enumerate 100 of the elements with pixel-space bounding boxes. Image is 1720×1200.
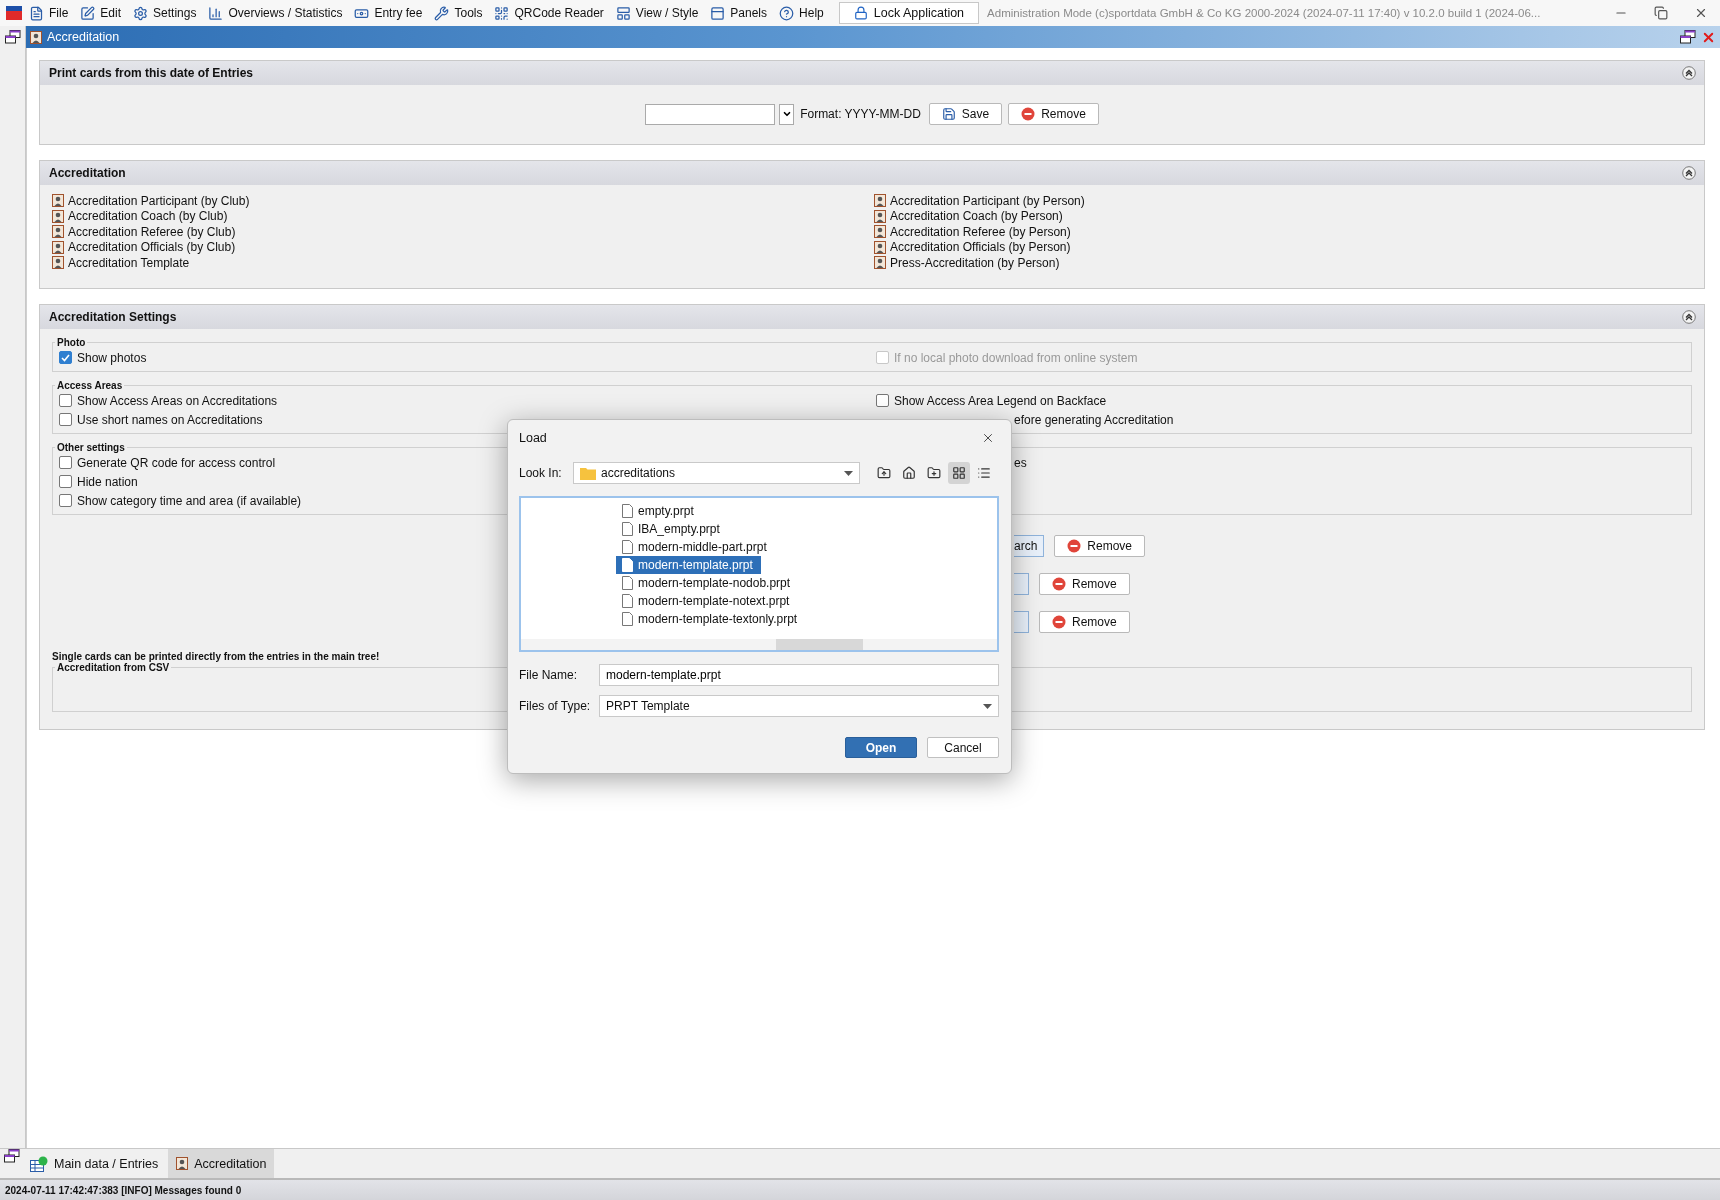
report-item[interactable]: Accreditation Participant (by Person) bbox=[874, 193, 1692, 209]
checkbox[interactable] bbox=[59, 351, 72, 364]
checkbox[interactable] bbox=[59, 394, 72, 407]
group-title: Access Areas bbox=[56, 380, 124, 391]
file-name-field[interactable]: modern-template.prpt bbox=[599, 664, 999, 686]
checkbox[interactable] bbox=[59, 413, 72, 426]
group-title: Other settings bbox=[56, 442, 126, 453]
checkbox-label: es bbox=[1014, 455, 1027, 470]
checkbox-label: Show category time and area (if available) bbox=[77, 493, 302, 508]
file-type-dropdown[interactable]: PRPT Template bbox=[599, 695, 999, 717]
person-badge-icon bbox=[176, 1157, 189, 1170]
report-item[interactable]: Accreditation Template bbox=[52, 255, 874, 271]
save-button[interactable]: Save bbox=[928, 103, 1003, 125]
group-title: Photo bbox=[56, 337, 87, 348]
bar-chart-icon bbox=[208, 5, 224, 21]
lock-application-button[interactable]: Lock Application bbox=[838, 2, 980, 24]
app-logo-icon bbox=[6, 6, 22, 20]
menu-item[interactable]: Settings bbox=[128, 3, 202, 23]
look-in-dropdown[interactable]: accreditations bbox=[573, 462, 860, 484]
checkbox-label: Generate QR code for access control bbox=[77, 455, 276, 470]
caret-icon bbox=[781, 109, 792, 119]
report-item[interactable]: Accreditation Officials (by Club) bbox=[52, 239, 874, 255]
table-check-icon bbox=[30, 1155, 48, 1172]
report-item[interactable]: Accreditation Referee (by Person) bbox=[874, 224, 1692, 240]
report-item[interactable]: Accreditation Officials (by Person) bbox=[874, 239, 1692, 255]
dropdown-button[interactable] bbox=[779, 103, 795, 125]
info-note: Single cards can be printed directly from the entries in the main tree! bbox=[52, 651, 381, 662]
checkbox[interactable] bbox=[59, 494, 72, 507]
remove-icon bbox=[1052, 615, 1066, 629]
report-item[interactable]: Press-Accreditation (by Person) bbox=[874, 255, 1692, 271]
remove-icon bbox=[1052, 577, 1066, 591]
person-badge-icon bbox=[874, 225, 886, 239]
windows-icon[interactable] bbox=[4, 1149, 20, 1163]
list-entry[interactable]: modern-template-textonly.prpt bbox=[616, 610, 806, 628]
menu-item[interactable]: Edit bbox=[75, 3, 127, 23]
wrench-icon bbox=[434, 5, 450, 21]
floppy-icon bbox=[941, 107, 956, 121]
tab[interactable]: Accreditation bbox=[168, 1149, 275, 1178]
search-button[interactable]: arch bbox=[1014, 535, 1045, 557]
list-entry[interactable]: modern-template.prpt bbox=[616, 556, 761, 574]
file-icon bbox=[622, 558, 633, 572]
report-item[interactable]: Accreditation Referee (by Club) bbox=[52, 224, 874, 240]
menu-item[interactable]: QRCode Reader bbox=[489, 3, 609, 23]
report-item[interactable]: Accreditation Coach (by Club) bbox=[52, 208, 874, 224]
file-icon bbox=[622, 612, 633, 626]
remove-button[interactable]: Remove bbox=[1008, 103, 1099, 125]
remove-button[interactable]: Remove bbox=[1039, 611, 1130, 633]
windows-icon[interactable] bbox=[1680, 30, 1696, 44]
file-icon bbox=[622, 540, 633, 554]
checkbox-label: Show Access Areas on Accreditations bbox=[77, 393, 278, 408]
remove-button[interactable]: Remove bbox=[1039, 573, 1130, 595]
checkbox[interactable] bbox=[59, 475, 72, 488]
file-icon bbox=[622, 522, 633, 536]
list-entry[interactable]: modern-template-notext.prpt bbox=[616, 592, 798, 610]
list-entry[interactable]: modern-middle-part.prpt bbox=[616, 538, 775, 556]
field-label: File Name: bbox=[519, 668, 578, 682]
list-entry[interactable]: modern-template-nodob.prpt bbox=[616, 574, 799, 592]
date-field[interactable] bbox=[645, 103, 776, 125]
menu-item[interactable]: Overviews / Statistics bbox=[203, 3, 348, 23]
document-icon bbox=[29, 5, 44, 21]
lock-icon bbox=[853, 6, 868, 20]
list-entry[interactable]: empty.prpt bbox=[616, 502, 702, 520]
report-item[interactable]: Accreditation Participant (by Club) bbox=[52, 193, 874, 209]
field-label: Look In: bbox=[519, 466, 563, 480]
menu-item[interactable]: Panels bbox=[705, 3, 773, 23]
checkbox[interactable] bbox=[876, 394, 889, 407]
panel-icon bbox=[710, 5, 726, 21]
grid-view-icon[interactable] bbox=[948, 462, 970, 484]
menu-item[interactable]: File bbox=[24, 3, 74, 23]
person-badge-icon bbox=[30, 30, 42, 44]
menu-item[interactable]: Tools bbox=[429, 3, 488, 23]
cancel-button[interactable]: Cancel bbox=[927, 737, 999, 758]
collapse-icon[interactable] bbox=[1682, 66, 1696, 80]
menu-item[interactable]: View / Style bbox=[610, 3, 704, 23]
menu-item[interactable]: Help bbox=[774, 3, 829, 23]
layout-icon bbox=[615, 5, 631, 21]
person-badge-icon bbox=[52, 256, 64, 270]
tab[interactable]: Main data / Entries bbox=[22, 1149, 167, 1178]
open-button[interactable]: Open bbox=[845, 737, 917, 758]
qr-code-icon bbox=[494, 5, 510, 21]
status-bar: 2024-07-11 17:42:47:383 [INFO] Messages found 0 bbox=[0, 1178, 1720, 1200]
list-entry[interactable]: IBA_empty.prpt bbox=[616, 520, 728, 538]
checkbox[interactable] bbox=[59, 456, 72, 469]
report-item[interactable]: Accreditation Coach (by Person) bbox=[874, 208, 1692, 224]
remove-button[interactable]: Remove bbox=[1054, 535, 1146, 557]
collapse-icon[interactable] bbox=[1682, 310, 1696, 324]
remove-icon bbox=[1021, 107, 1036, 121]
checkbox-label: Show Access Area Legend on Backface bbox=[894, 393, 1107, 408]
menu-item[interactable]: Entry fee bbox=[349, 3, 428, 23]
collapse-icon[interactable] bbox=[1682, 166, 1696, 180]
window-title: Accreditation bbox=[47, 30, 121, 44]
restore-icon bbox=[1654, 6, 1668, 20]
file-icon bbox=[622, 594, 633, 608]
panel-title: Accreditation bbox=[49, 166, 126, 180]
version-info: Administration Mode (c)sportdata GmbH & Co KG 2000-2024 (2024-07-11 17:40) v 10.2.0 build 1 (2024-06... bbox=[987, 7, 1541, 19]
checkbox-label: If no local photo download from online system bbox=[894, 350, 1138, 365]
windows-icon[interactable] bbox=[4, 30, 21, 44]
checkbox-label: Show photos bbox=[77, 350, 147, 365]
panel-title: Print cards from this date of Entries bbox=[49, 66, 254, 80]
panel-title: Accreditation Settings bbox=[49, 310, 177, 324]
